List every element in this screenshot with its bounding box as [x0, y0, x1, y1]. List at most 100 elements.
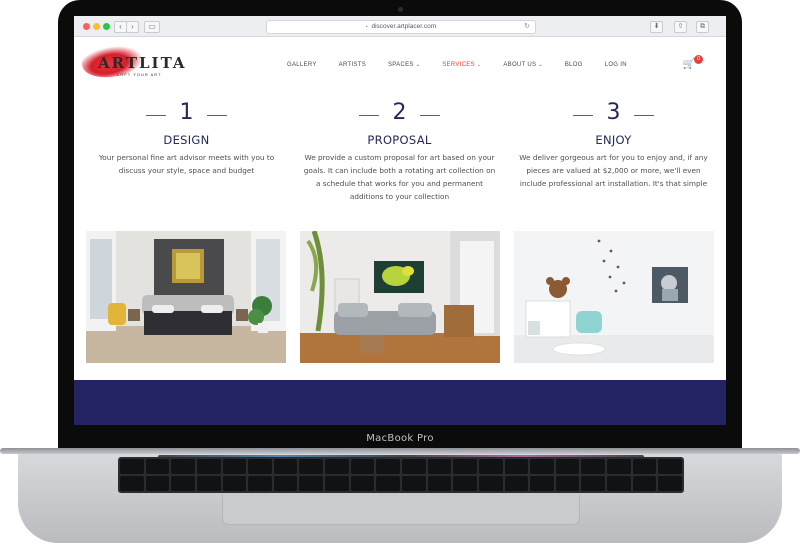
menu-item-spaces[interactable]: SPACES ⌄	[388, 62, 420, 68]
step-description: Your personal fine art advisor meets wit…	[98, 153, 275, 175]
chevron-down-icon: ⌄	[476, 62, 482, 68]
keyboard-key	[196, 459, 221, 474]
keyboard-key	[196, 476, 221, 491]
download-icon[interactable]: ⬇	[650, 21, 663, 33]
keyboard-key	[273, 459, 298, 474]
chevron-down-icon: ⌄	[538, 62, 543, 68]
menu-label: ABOUT US	[503, 62, 537, 68]
keyboard-key	[120, 476, 144, 491]
address-bar[interactable]: ▪ discover.artplacer.com ↻	[266, 20, 536, 34]
browser-toolbar: ‹ › ▭ ▪ discover.artplacer.com ↻ ⬇ ⇧ ⧉	[74, 16, 726, 37]
keyboard-key	[504, 459, 529, 474]
step-title: ENJOY	[595, 133, 632, 147]
keyboard-key	[427, 459, 452, 474]
menu-label: ARTISTS	[338, 62, 366, 68]
share-icon[interactable]: ⇧	[674, 21, 687, 33]
keyboard-key	[581, 476, 606, 491]
site-logo[interactable]: ARTLITA LOFT YOUR ART	[79, 41, 185, 83]
step-number-row: 3	[511, 99, 716, 127]
bedroom-photo	[86, 231, 286, 363]
keyboard-key	[350, 476, 375, 491]
keyboard-key	[402, 476, 426, 491]
keyboard-key	[171, 476, 195, 491]
keyboard-key	[607, 476, 631, 491]
tabs-icon[interactable]: ⧉	[696, 21, 709, 33]
keyboard-key	[376, 459, 400, 474]
divider	[573, 115, 593, 116]
maximize-window-button[interactable]	[103, 23, 110, 30]
menu-label: SERVICES	[442, 62, 475, 68]
kids-room-photo	[514, 231, 714, 363]
step-number: 1	[179, 100, 194, 125]
reload-icon[interactable]: ↻	[524, 21, 530, 33]
keyboard-key	[632, 476, 657, 491]
device-label: MacBook Pro	[366, 433, 434, 444]
keyboard-key	[248, 459, 272, 474]
keyboard-key	[145, 459, 170, 474]
camera-icon	[398, 7, 403, 12]
minimize-window-button[interactable]	[93, 23, 100, 30]
keyboard-key	[530, 459, 554, 474]
keyboard-key	[658, 476, 682, 491]
keyboard-key	[555, 459, 580, 474]
divider	[146, 115, 166, 116]
step-title: DESIGN	[163, 133, 210, 147]
divider	[207, 115, 227, 116]
step-description: We deliver gorgeous art for you to enjoy…	[519, 153, 708, 188]
laptop-hinge	[0, 448, 800, 454]
keyboard-key	[427, 476, 452, 491]
step-number: 3	[606, 100, 621, 125]
divider	[359, 115, 379, 116]
keyboard-key	[273, 476, 298, 491]
keyboard-key	[530, 476, 554, 491]
menu-item-log-in[interactable]: LOG IN	[605, 62, 627, 68]
menu-item-services[interactable]: SERVICES ⌄	[442, 62, 481, 68]
keyboard-key	[248, 476, 272, 491]
menu-label: LOG IN	[604, 62, 627, 68]
divider	[634, 115, 654, 116]
step-number-row: 2	[297, 99, 502, 127]
menu-item-about-us[interactable]: ABOUT US ⌄	[503, 62, 542, 68]
keyboard-key	[222, 459, 247, 474]
step-title: PROPOSAL	[367, 133, 432, 147]
trackpad	[222, 494, 580, 525]
keyboard-key	[376, 476, 400, 491]
step-number: 2	[392, 100, 407, 125]
keyboard-key	[478, 476, 503, 491]
logo-tagline: LOFT YOUR ART	[117, 72, 162, 77]
step-design: 1 DESIGN Your personal fine art advisor …	[84, 99, 289, 177]
keyboard-key	[325, 459, 349, 474]
menu-item-gallery[interactable]: GALLERY	[287, 62, 317, 68]
keyboard-key	[581, 459, 606, 474]
keyboard-key	[607, 459, 631, 474]
menu-item-blog[interactable]: BLOG	[565, 62, 583, 68]
keyboard	[118, 457, 684, 493]
keyboard-key	[325, 476, 349, 491]
menu-label: SPACES	[388, 62, 414, 68]
main-menu: GALLERY ARTISTS SPACES ⌄ SERVICES ⌄ ABOUT …	[287, 62, 649, 68]
step-number-row: 1	[84, 99, 289, 127]
living-room-photo	[300, 231, 500, 363]
close-window-button[interactable]	[83, 23, 90, 30]
screen: ‹ › ▭ ▪ discover.artplacer.com ↻ ⬇ ⇧ ⧉ A…	[74, 16, 726, 425]
footer-band	[74, 380, 726, 425]
menu-item-artists[interactable]: ARTISTS	[339, 62, 366, 68]
keyboard-key	[658, 459, 682, 474]
logo-text: ARTLITA	[98, 54, 187, 72]
lock-icon: ▪	[365, 24, 368, 30]
keyboard-key	[504, 476, 529, 491]
keyboard-key	[478, 459, 503, 474]
menu-label: GALLERY	[287, 62, 317, 68]
step-proposal: 2 PROPOSAL We provide a custom proposal …	[297, 99, 502, 203]
site-header: ARTLITA LOFT YOUR ART GALLERY ARTISTS SP…	[74, 37, 726, 89]
keyboard-key	[145, 476, 170, 491]
keyboard-key	[171, 459, 195, 474]
menu-label: BLOG	[564, 62, 583, 68]
step-enjoy: 3 ENJOY We deliver gorgeous art for you …	[511, 99, 716, 190]
sidebar-icon[interactable]: ▭	[144, 21, 160, 33]
keyboard-key	[120, 459, 144, 474]
forward-icon[interactable]: ›	[126, 21, 139, 33]
keyboard-key	[299, 476, 324, 491]
url-text: discover.artplacer.com	[371, 23, 437, 30]
keyboard-key	[555, 476, 580, 491]
